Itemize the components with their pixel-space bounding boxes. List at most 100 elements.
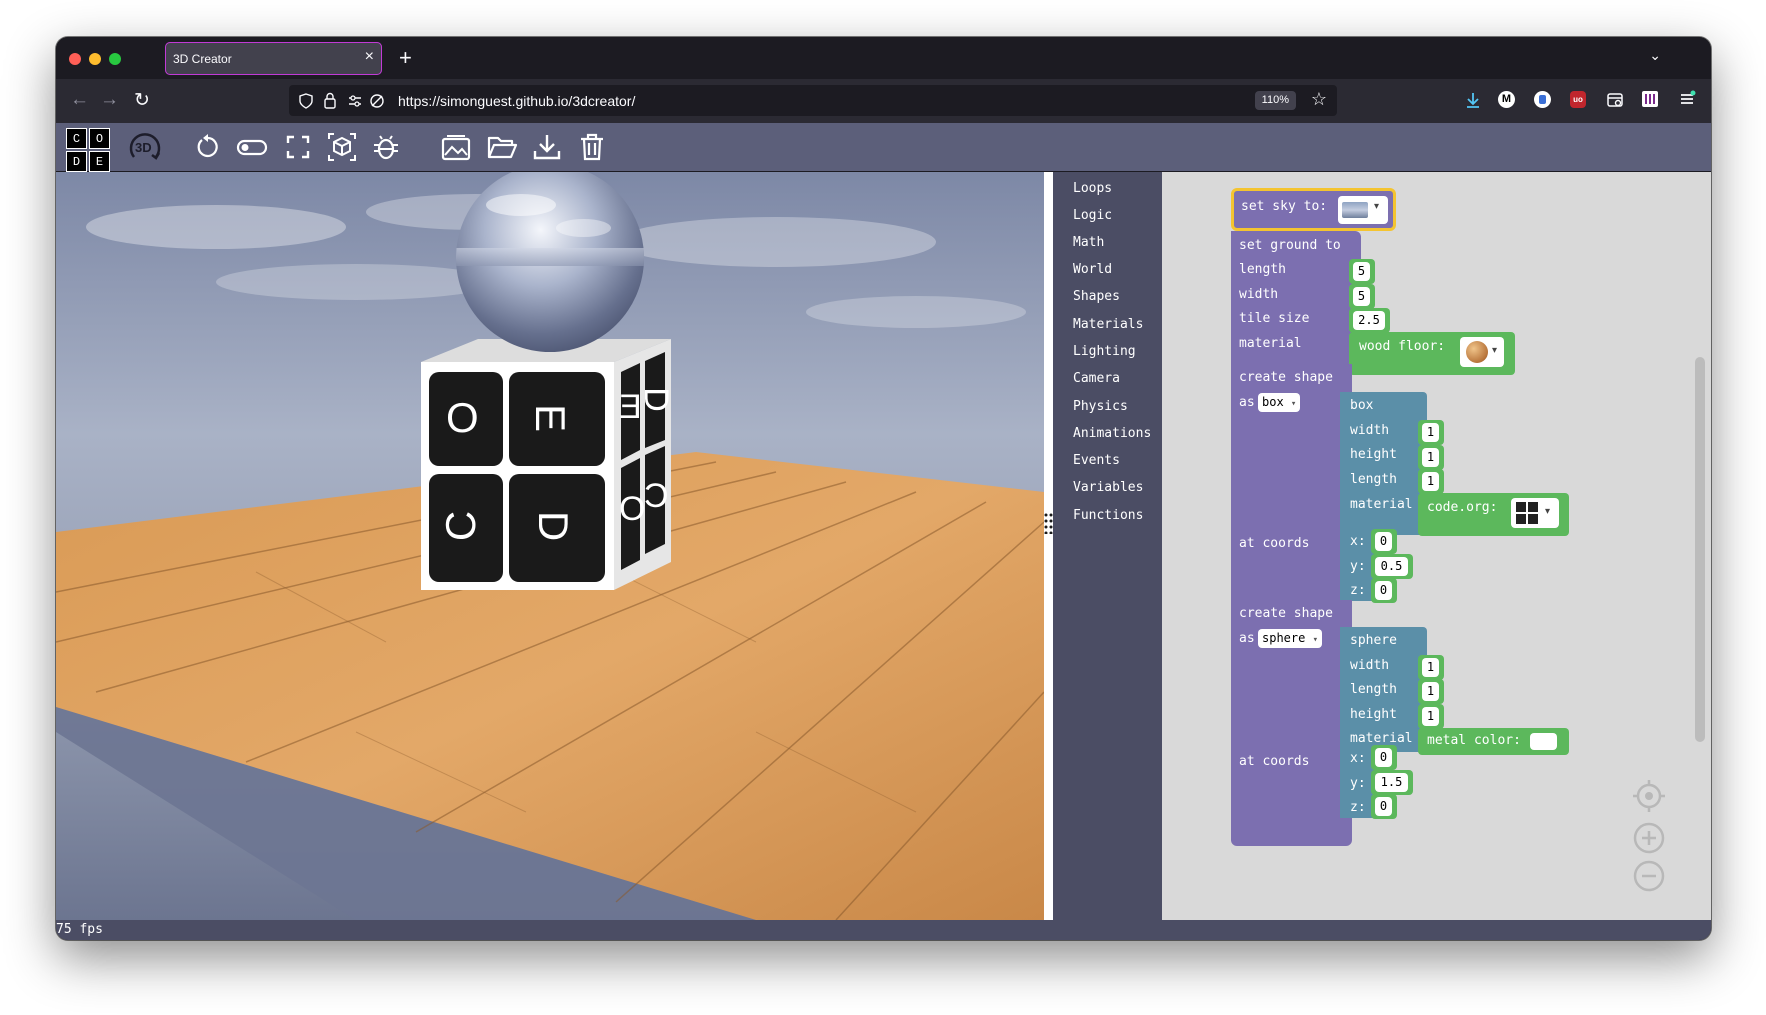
category-physics[interactable]: Physics: [1073, 399, 1128, 414]
extension-m-icon[interactable]: M: [1498, 91, 1515, 108]
open-folder-icon[interactable]: [486, 131, 518, 163]
download-icon[interactable]: [531, 131, 563, 163]
box-length-value[interactable]: 1: [1422, 472, 1439, 491]
sphere-x-value[interactable]: 0: [1375, 748, 1392, 767]
ground-length-value[interactable]: 5: [1353, 262, 1370, 281]
zoom-out-icon[interactable]: [1633, 860, 1665, 892]
debug-icon[interactable]: [370, 131, 402, 163]
wood-texture-dropdown[interactable]: ▾: [1460, 337, 1504, 367]
drag-handle-icon[interactable]: [1044, 512, 1053, 534]
sphere-y-value[interactable]: 1.5: [1375, 773, 1408, 792]
downloads-icon[interactable]: [1464, 91, 1482, 109]
fullscreen-icon[interactable]: [282, 131, 314, 163]
category-materials[interactable]: Materials: [1073, 317, 1143, 332]
category-loops[interactable]: Loops: [1073, 181, 1112, 196]
gallery-icon[interactable]: [440, 131, 472, 163]
box-x-number-block[interactable]: 0: [1371, 529, 1397, 554]
sphere-height-number-block[interactable]: 1: [1418, 704, 1444, 729]
box-width-number-block[interactable]: 1: [1418, 420, 1444, 445]
workspace-scrollbar[interactable]: [1695, 357, 1705, 742]
blocks-workspace[interactable]: set sky to: ▾ set ground to length width…: [1162, 172, 1711, 920]
category-functions[interactable]: Functions: [1073, 508, 1143, 523]
box-height-number-block[interactable]: 1: [1418, 445, 1444, 470]
box-length-number-block[interactable]: 1: [1418, 469, 1444, 494]
trash-icon[interactable]: [576, 131, 608, 163]
category-logic[interactable]: Logic: [1073, 208, 1112, 223]
lock-icon[interactable]: [323, 92, 337, 109]
tab-close-icon[interactable]: ×: [365, 48, 374, 66]
box-y-value[interactable]: 0.5: [1375, 557, 1408, 576]
create-sphere-block[interactable]: create shape as sphere ▾ at coords: [1231, 600, 1352, 846]
sphere-width-value[interactable]: 1: [1422, 658, 1439, 677]
shield-icon[interactable]: [298, 93, 314, 109]
new-tab-button[interactable]: +: [399, 45, 412, 71]
qr-extension-icon[interactable]: [1642, 91, 1658, 107]
ground-length-number-block[interactable]: 5: [1349, 259, 1375, 284]
sphere-height-value[interactable]: 1: [1422, 707, 1439, 726]
code-org-material-block[interactable]: code.org: ▾: [1418, 493, 1569, 536]
ground-width-value[interactable]: 5: [1353, 287, 1370, 306]
sphere-length-number-block[interactable]: 1: [1418, 679, 1444, 704]
ground-tile-number-block[interactable]: 2.5: [1349, 308, 1390, 333]
sphere-z-number-block[interactable]: 0: [1371, 794, 1397, 819]
box-height-value[interactable]: 1: [1422, 448, 1439, 467]
sphere-width-number-block[interactable]: 1: [1418, 655, 1444, 680]
3d-box-icon[interactable]: [326, 131, 358, 163]
reset-icon[interactable]: [192, 131, 224, 163]
category-lighting[interactable]: Lighting: [1073, 344, 1136, 359]
permissions-icon[interactable]: [347, 93, 363, 109]
reload-icon[interactable]: ↻: [134, 89, 150, 112]
zoom-in-icon[interactable]: [1633, 822, 1665, 854]
category-shapes[interactable]: Shapes: [1073, 289, 1120, 304]
category-camera[interactable]: Camera: [1073, 371, 1120, 386]
sphere-z-value[interactable]: 0: [1375, 797, 1392, 816]
set-sky-block[interactable]: set sky to: ▾: [1231, 188, 1396, 231]
code-org-texture-dropdown[interactable]: ▾: [1511, 498, 1559, 528]
shape-type-dropdown[interactable]: sphere ▾: [1258, 629, 1323, 648]
create-box-block[interactable]: create shape as box ▾ at coords: [1231, 364, 1352, 600]
metal-color-swatch[interactable]: [1530, 733, 1557, 750]
minimize-window-icon[interactable]: [89, 53, 101, 65]
zoom-level[interactable]: 110%: [1254, 91, 1296, 110]
metal-color-material-block[interactable]: metal color:: [1418, 728, 1569, 755]
ground-tile-value[interactable]: 2.5: [1353, 311, 1385, 330]
sphere-length-value[interactable]: 1: [1422, 682, 1439, 701]
url-bar[interactable]: https://simonguest.github.io/3dcreator/ …: [289, 85, 1337, 116]
sphere-x-number-block[interactable]: 0: [1371, 745, 1397, 770]
browser-tab[interactable]: 3D Creator ×: [165, 42, 382, 75]
bookmark-star-icon[interactable]: ☆: [1311, 89, 1327, 110]
toggle-icon[interactable]: [236, 131, 268, 163]
box-z-number-block[interactable]: 0: [1371, 578, 1397, 603]
forward-icon[interactable]: →: [100, 89, 119, 111]
category-variables[interactable]: Variables: [1073, 480, 1143, 495]
tab-list-chevron-icon[interactable]: ⌄: [1649, 47, 1661, 64]
category-animations[interactable]: Animations: [1073, 426, 1151, 441]
maximize-window-icon[interactable]: [109, 53, 121, 65]
back-icon[interactable]: ←: [70, 89, 89, 111]
sphere-y-number-block[interactable]: 1.5: [1371, 770, 1413, 795]
box-x-value[interactable]: 0: [1375, 532, 1392, 551]
box-z-value[interactable]: 0: [1375, 581, 1392, 600]
url-text[interactable]: https://simonguest.github.io/3dcreator/: [398, 93, 635, 109]
wood-floor-material-block[interactable]: wood floor: ▾: [1349, 332, 1515, 375]
reader-extension-icon[interactable]: [1606, 91, 1624, 109]
sphere-shape-block[interactable]: sphere width length height material: [1340, 627, 1427, 752]
set-ground-block[interactable]: set ground to length width tile size mat…: [1231, 231, 1361, 364]
box-y-number-block[interactable]: 0.5: [1371, 554, 1413, 579]
menu-icon[interactable]: [1678, 90, 1696, 108]
sky-image-dropdown[interactable]: ▾: [1338, 196, 1388, 224]
box-width-value[interactable]: 1: [1422, 423, 1439, 442]
category-events[interactable]: Events: [1073, 453, 1120, 468]
shape-type-dropdown[interactable]: box ▾: [1258, 393, 1301, 412]
category-world[interactable]: World: [1073, 262, 1112, 277]
recenter-icon[interactable]: [1632, 779, 1666, 813]
box-shape-block[interactable]: box width height length material: [1340, 392, 1427, 535]
3d-viewport[interactable]: O E C D D E C O: [56, 172, 1044, 920]
ground-width-number-block[interactable]: 5: [1349, 284, 1375, 309]
panel-splitter[interactable]: [1044, 172, 1053, 920]
close-window-icon[interactable]: [69, 53, 81, 65]
ublock-icon[interactable]: uo: [1570, 91, 1586, 108]
tracking-protection-icon[interactable]: [369, 93, 385, 109]
category-math[interactable]: Math: [1073, 235, 1104, 250]
extension-password-icon[interactable]: [1534, 91, 1551, 108]
